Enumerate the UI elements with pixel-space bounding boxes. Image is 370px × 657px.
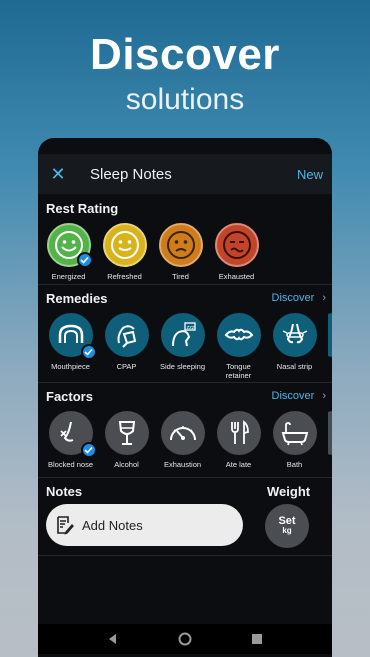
rating-label: Exhausted — [218, 272, 255, 281]
system-nav-bar — [38, 624, 332, 654]
remedy-label: CPAP — [116, 362, 137, 371]
close-icon: ✕ — [50, 163, 66, 184]
factor-label: Ate late — [225, 460, 252, 469]
rating-label: Energized — [51, 272, 86, 281]
rating-exhausted[interactable]: Exhausted — [214, 223, 259, 281]
chevron-right-icon: › — [322, 390, 326, 402]
face-exhausted-icon — [214, 223, 259, 267]
checkmark-icon — [80, 442, 97, 458]
mouthpiece-icon — [48, 313, 97, 360]
cpap-mask-icon — [104, 313, 149, 357]
remedy-label: Tongue retainer — [225, 362, 252, 380]
set-weight-button[interactable]: Set kg — [265, 504, 309, 548]
checkmark-icon — [76, 252, 93, 268]
tongue-retainer-icon — [216, 313, 261, 357]
home-nav-icon[interactable] — [178, 632, 192, 646]
notes-section: Notes Weight Add Notes Set kg — [38, 477, 332, 555]
factor-bath[interactable]: Bath — [272, 411, 317, 469]
remedies-discover-link[interactable]: Discover › — [272, 292, 326, 304]
remedy-label: Nasal strip — [276, 362, 313, 371]
rating-energized[interactable]: Energized — [46, 223, 93, 281]
checkmark-icon — [80, 344, 97, 360]
face-sad-icon — [158, 223, 203, 267]
side-sleeping-icon: zzz — [160, 313, 205, 357]
hero-subtitle: solutions — [125, 83, 245, 116]
blocked-nose-icon — [48, 411, 97, 458]
factor-blocked-nose[interactable]: Blocked nose — [48, 411, 97, 469]
remedy-tongue-retainer[interactable]: Tongue retainer — [216, 313, 261, 380]
app-bar: ✕ Sleep Notes New — [38, 154, 332, 194]
notes-edit-icon — [57, 516, 74, 535]
factor-more-icon — [328, 411, 332, 455]
factor-exhaustion[interactable]: Exhaustion — [160, 411, 205, 469]
remedies-heading: Remedies — [46, 291, 108, 306]
add-notes-label: Add Notes — [82, 517, 143, 533]
factor-partial — [328, 411, 332, 469]
divider — [38, 555, 332, 556]
rating-tired[interactable]: Tired — [158, 223, 203, 281]
remedy-label: Side sleeping — [159, 362, 206, 371]
weight-heading: Weight — [267, 484, 311, 499]
hero-title: Discover — [90, 30, 280, 79]
factors-heading: Factors — [46, 389, 93, 404]
factor-label: Blocked nose — [47, 460, 94, 469]
factors-section: Factors Discover› Blocked nose Alcohol — [38, 382, 332, 477]
rating-label: Refreshed — [107, 272, 142, 281]
factor-alcohol[interactable]: Alcohol — [104, 411, 149, 469]
svg-text:zzz: zzz — [186, 325, 194, 331]
face-smile-icon — [102, 223, 147, 267]
bathtub-icon — [272, 411, 317, 455]
notes-heading: Notes — [46, 484, 83, 499]
remedy-partial — [328, 313, 332, 380]
weight-set-label: Set — [278, 515, 296, 527]
recents-nav-icon[interactable] — [251, 633, 263, 645]
factor-label: Alcohol — [114, 460, 139, 469]
wine-glass-icon — [104, 411, 149, 455]
phone-screen: ✕ Sleep Notes New Rest Rating Energized … — [38, 138, 332, 657]
remedy-mouthpiece[interactable]: Mouthpiece — [48, 313, 97, 380]
remedies-section: Remedies Discover› Mouthpiece CPAP zzz — [38, 284, 332, 382]
remedy-label: Mouthpiece — [51, 362, 90, 371]
factor-ate-late[interactable]: Ate late — [216, 411, 261, 469]
face-happy-icon — [46, 223, 93, 268]
remedy-cpap[interactable]: CPAP — [104, 313, 149, 380]
new-button[interactable]: New — [297, 167, 332, 182]
factors-discover-link[interactable]: Discover › — [272, 390, 326, 402]
rating-label: Tired — [172, 272, 189, 281]
factor-label: Exhaustion — [163, 460, 202, 469]
chevron-right-icon: › — [322, 292, 326, 304]
nasal-strip-icon — [272, 313, 317, 357]
add-notes-button[interactable]: Add Notes — [46, 504, 243, 546]
remedy-more-icon — [328, 313, 332, 357]
remedy-nasal-strip[interactable]: Nasal strip — [272, 313, 317, 380]
back-nav-icon[interactable] — [107, 633, 119, 645]
factor-label: Bath — [286, 460, 303, 469]
fork-knife-icon — [216, 411, 261, 455]
rating-refreshed[interactable]: Refreshed — [102, 223, 147, 281]
close-button[interactable]: ✕ — [38, 164, 78, 185]
page-title: Sleep Notes — [90, 165, 172, 183]
weight-unit-label: kg — [282, 526, 292, 535]
gauge-icon — [160, 411, 205, 455]
rest-rating-section: Rest Rating Energized Refreshed Tired Ex… — [38, 195, 332, 284]
rest-rating-heading: Rest Rating — [46, 201, 119, 216]
remedy-side-sleeping[interactable]: zzz Side sleeping — [160, 313, 205, 380]
